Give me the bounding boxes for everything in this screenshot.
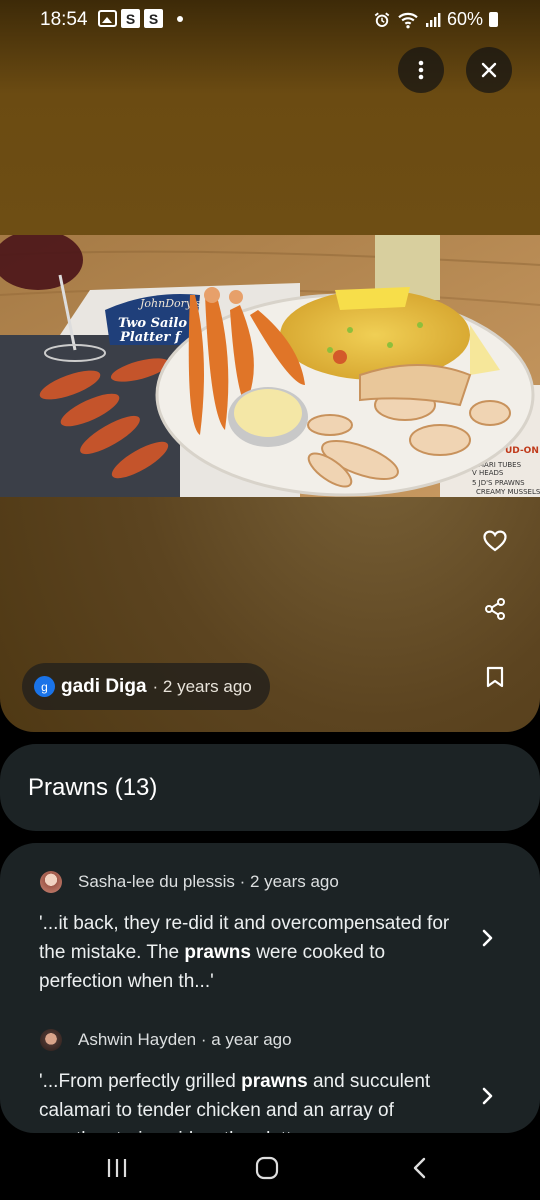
notification-badge-s2: S: [144, 9, 163, 28]
alarm-icon: [374, 12, 390, 27]
side-menu-line-5: CREAMY MUSSELS: [476, 488, 540, 496]
chevron-right-icon[interactable]: [476, 1085, 498, 1107]
status-time: 18:54: [40, 9, 88, 30]
reviewer-avatar: [40, 871, 62, 893]
review-list: Sasha-lee du plessis · 2 years ago '...i…: [0, 843, 540, 1133]
more-vert-icon: [418, 60, 424, 80]
side-menu-line-4: 5 JD'S PRAWNS: [472, 479, 525, 487]
notification-badge-s1: S: [121, 9, 140, 28]
menu-platter-text-2: Platter f: [119, 330, 183, 345]
menu-platter-text-1: Two Sailo: [118, 316, 187, 331]
review-keyword: prawns: [241, 1071, 308, 1092]
home-icon: [255, 1156, 279, 1180]
chevron-right-icon[interactable]: [476, 927, 498, 949]
bookmark-icon: [486, 666, 504, 688]
review-keyword: prawns: [184, 942, 251, 963]
close-button[interactable]: [466, 47, 512, 93]
close-icon: [481, 62, 497, 78]
wifi-icon: [398, 12, 418, 28]
bookmark-button[interactable]: [475, 657, 515, 697]
review-snippet: '...it back, they re-did it and overcomp…: [39, 909, 464, 996]
more-options-button[interactable]: [398, 47, 444, 93]
share-icon: [485, 598, 505, 620]
author-posted-time: · 2 years ago: [152, 676, 252, 696]
more-notifications-dot: [177, 15, 183, 22]
reviewer-meta: Sasha-lee du plessis · 2 years ago: [78, 872, 339, 891]
share-button[interactable]: [475, 589, 515, 629]
status-notification-icons: S S: [98, 9, 183, 28]
side-menu-line-3: V HEADS: [472, 469, 504, 477]
review-header: Sasha-lee du plessis · 2 years ago: [40, 871, 339, 893]
recent-apps-icon: [107, 1159, 127, 1177]
dish-header[interactable]: Prawns (13): [0, 744, 540, 831]
back-button[interactable]: [405, 1153, 435, 1183]
review-text-start: '...From perfectly grilled: [39, 1071, 242, 1092]
review-header: Ashwin Hayden · a year ago: [40, 1029, 292, 1051]
status-bar: 18:54 S S 60%: [0, 0, 540, 40]
status-system-icons: 60%: [373, 9, 498, 30]
battery-icon: [489, 12, 498, 27]
photo-author-chip[interactable]: g gadi Diga · 2 years ago: [22, 663, 270, 710]
gallery-icon: [98, 10, 117, 27]
author-name: gadi Diga: [61, 675, 147, 697]
recent-apps-button[interactable]: [102, 1153, 132, 1183]
reviewer-avatar: [40, 1029, 62, 1051]
like-button[interactable]: [475, 521, 515, 561]
battery-percent: 60%: [446, 9, 483, 29]
food-platter-image: JohnDory's Two Sailo Platter f UD-ON MAR…: [0, 235, 540, 497]
reviewer-meta: Ashwin Hayden · a year ago: [78, 1030, 292, 1049]
heart-icon: [483, 530, 507, 552]
dish-title: Prawns (13): [28, 773, 158, 801]
review-snippet: '...From perfectly grilled prawns and su…: [39, 1067, 464, 1133]
review-photo[interactable]: JohnDory's Two Sailo Platter f UD-ON MAR…: [0, 235, 540, 497]
photo-viewer: 18:54 S S 60% JohnDory's Two Sailo Platt…: [0, 0, 540, 732]
back-icon: [413, 1157, 426, 1179]
home-button[interactable]: [252, 1153, 282, 1183]
author-avatar: g: [34, 676, 55, 697]
signal-icon: [425, 12, 441, 27]
system-nav-bar: [0, 1133, 540, 1200]
side-menu-line-1: UD-ON: [505, 446, 539, 456]
